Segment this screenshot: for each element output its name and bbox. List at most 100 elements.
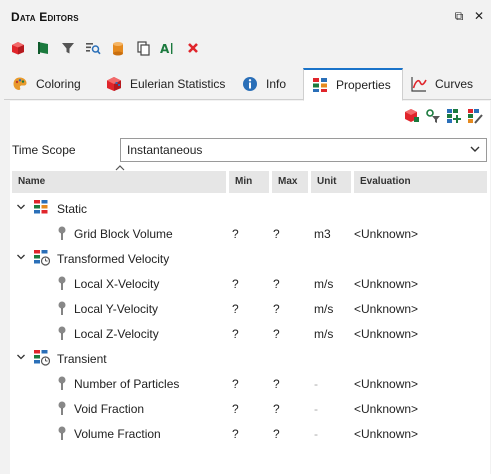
database-icon[interactable] (110, 40, 126, 56)
property-unit: - (314, 427, 318, 441)
cube-icon[interactable] (10, 40, 26, 56)
chevron-down-icon[interactable] (16, 252, 26, 265)
column-header-min[interactable]: Min (229, 171, 269, 193)
property-unit: m/s (314, 327, 334, 341)
edit-grid-icon[interactable] (467, 108, 483, 124)
property-min: ? (232, 277, 239, 291)
tab-coloring[interactable]: Coloring (4, 68, 104, 100)
flag-icon[interactable] (35, 40, 51, 56)
property-unit: m/s (314, 277, 334, 291)
chevron-down-icon[interactable] (16, 202, 26, 215)
panel-toolbar (404, 108, 483, 124)
group-name: Static (57, 202, 88, 216)
property-min: ? (232, 327, 239, 341)
float-window-button[interactable]: ⧉ (452, 9, 466, 23)
property-evaluation: <Unknown> (354, 377, 419, 391)
tree-group-static[interactable]: Static (12, 196, 487, 221)
property-name: Void Fraction (74, 402, 145, 416)
property-name: Number of Particles (74, 377, 180, 391)
chevron-down-icon (469, 143, 481, 158)
tab-eulerian-statistics[interactable]: Eulerian Statistics (98, 68, 244, 100)
column-header-max[interactable]: Max (272, 171, 308, 193)
properties-group-icon (34, 200, 50, 216)
table-row[interactable]: Void Fraction ? ? - <Unknown> (12, 396, 487, 421)
add-grid-icon[interactable] (446, 108, 462, 124)
palette-icon (12, 76, 28, 92)
property-evaluation: <Unknown> (354, 277, 419, 291)
tab-info[interactable]: Info (234, 68, 302, 100)
property-name: Volume Fraction (74, 427, 161, 441)
add-cube-property-icon[interactable] (404, 108, 420, 124)
pin-icon (56, 425, 72, 441)
tree-group-transient[interactable]: Transient (12, 346, 487, 371)
tab-label: Eulerian Statistics (130, 77, 226, 91)
column-header-evaluation[interactable]: Evaluation (354, 171, 487, 193)
delete-icon[interactable] (185, 40, 201, 56)
property-evaluation: <Unknown> (354, 227, 419, 241)
pin-icon (56, 325, 72, 341)
time-scope-value: Instantaneous (127, 143, 203, 157)
property-name: Grid Block Volume (74, 227, 173, 241)
pin-icon (56, 400, 72, 416)
property-evaluation: <Unknown> (354, 302, 419, 316)
info-icon (242, 76, 258, 92)
table-row[interactable]: Local X-Velocity ? ? m/s <Unknown> (12, 271, 487, 296)
close-window-button[interactable]: ✕ (472, 9, 486, 23)
tree-group-transformed-velocity[interactable]: Transformed Velocity (12, 246, 487, 271)
properties-icon (312, 77, 328, 93)
text-cursor-icon[interactable]: A (160, 40, 176, 56)
tab-label: Properties (336, 78, 391, 92)
property-max: ? (273, 427, 280, 441)
table-row[interactable]: Volume Fraction ? ? - <Unknown> (12, 421, 487, 446)
pin-icon (56, 375, 72, 391)
tab-label: Coloring (36, 77, 81, 91)
property-name: Local Y-Velocity (74, 302, 159, 316)
pin-icon (56, 225, 72, 241)
property-min: ? (232, 302, 239, 316)
copy-icon[interactable] (135, 40, 151, 56)
property-evaluation: <Unknown> (354, 327, 419, 341)
property-unit: - (314, 377, 318, 391)
group-name: Transformed Velocity (57, 252, 170, 266)
property-max: ? (273, 327, 280, 341)
property-min: ? (232, 427, 239, 441)
property-max: ? (273, 402, 280, 416)
search-list-icon[interactable] (85, 40, 101, 56)
editor-toolbar: A (10, 38, 201, 58)
time-scope-select[interactable]: Instantaneous (120, 138, 487, 162)
column-header-name[interactable]: Name (12, 171, 226, 193)
property-evaluation: <Unknown> (354, 402, 419, 416)
property-unit: m/s (314, 302, 334, 316)
property-unit: m3 (314, 227, 331, 241)
table-row[interactable]: Grid Block Volume ? ? m3 <Unknown> (12, 221, 487, 246)
window-title: Data Editors (11, 10, 79, 24)
pin-icon (56, 300, 72, 316)
cube-grid-icon (106, 76, 122, 92)
tab-properties[interactable]: Properties (303, 68, 403, 101)
property-min: ? (232, 377, 239, 391)
filter-icon[interactable] (60, 40, 76, 56)
table-row[interactable]: Local Z-Velocity ? ? m/s <Unknown> (12, 321, 487, 346)
property-unit: - (314, 402, 318, 416)
curve-icon (411, 76, 427, 92)
tab-label: Info (266, 77, 287, 91)
table-header: Name Min Max Unit Evaluation (12, 171, 487, 193)
pin-icon (56, 275, 72, 291)
property-min: ? (232, 227, 239, 241)
table-row[interactable]: Number of Particles ? ? - <Unknown> (12, 371, 487, 396)
title-bar: Data Editors ⧉ ✕ (0, 0, 491, 32)
svg-text:A: A (160, 42, 170, 56)
time-scope-label: Time Scope (12, 143, 76, 157)
chevron-down-icon[interactable] (16, 352, 26, 365)
transient-properties-icon (34, 250, 51, 266)
tab-bar: Coloring Eulerian Statistics Info Proper… (4, 68, 491, 101)
property-evaluation: <Unknown> (354, 427, 419, 441)
group-name: Transient (57, 352, 107, 366)
filter-properties-icon[interactable] (425, 108, 441, 124)
property-max: ? (273, 302, 280, 316)
property-max: ? (273, 377, 280, 391)
table-row[interactable]: Local Y-Velocity ? ? m/s <Unknown> (12, 296, 487, 321)
tab-curves[interactable]: Curves (403, 68, 491, 100)
column-header-unit[interactable]: Unit (311, 171, 351, 193)
tab-label: Curves (435, 77, 474, 91)
